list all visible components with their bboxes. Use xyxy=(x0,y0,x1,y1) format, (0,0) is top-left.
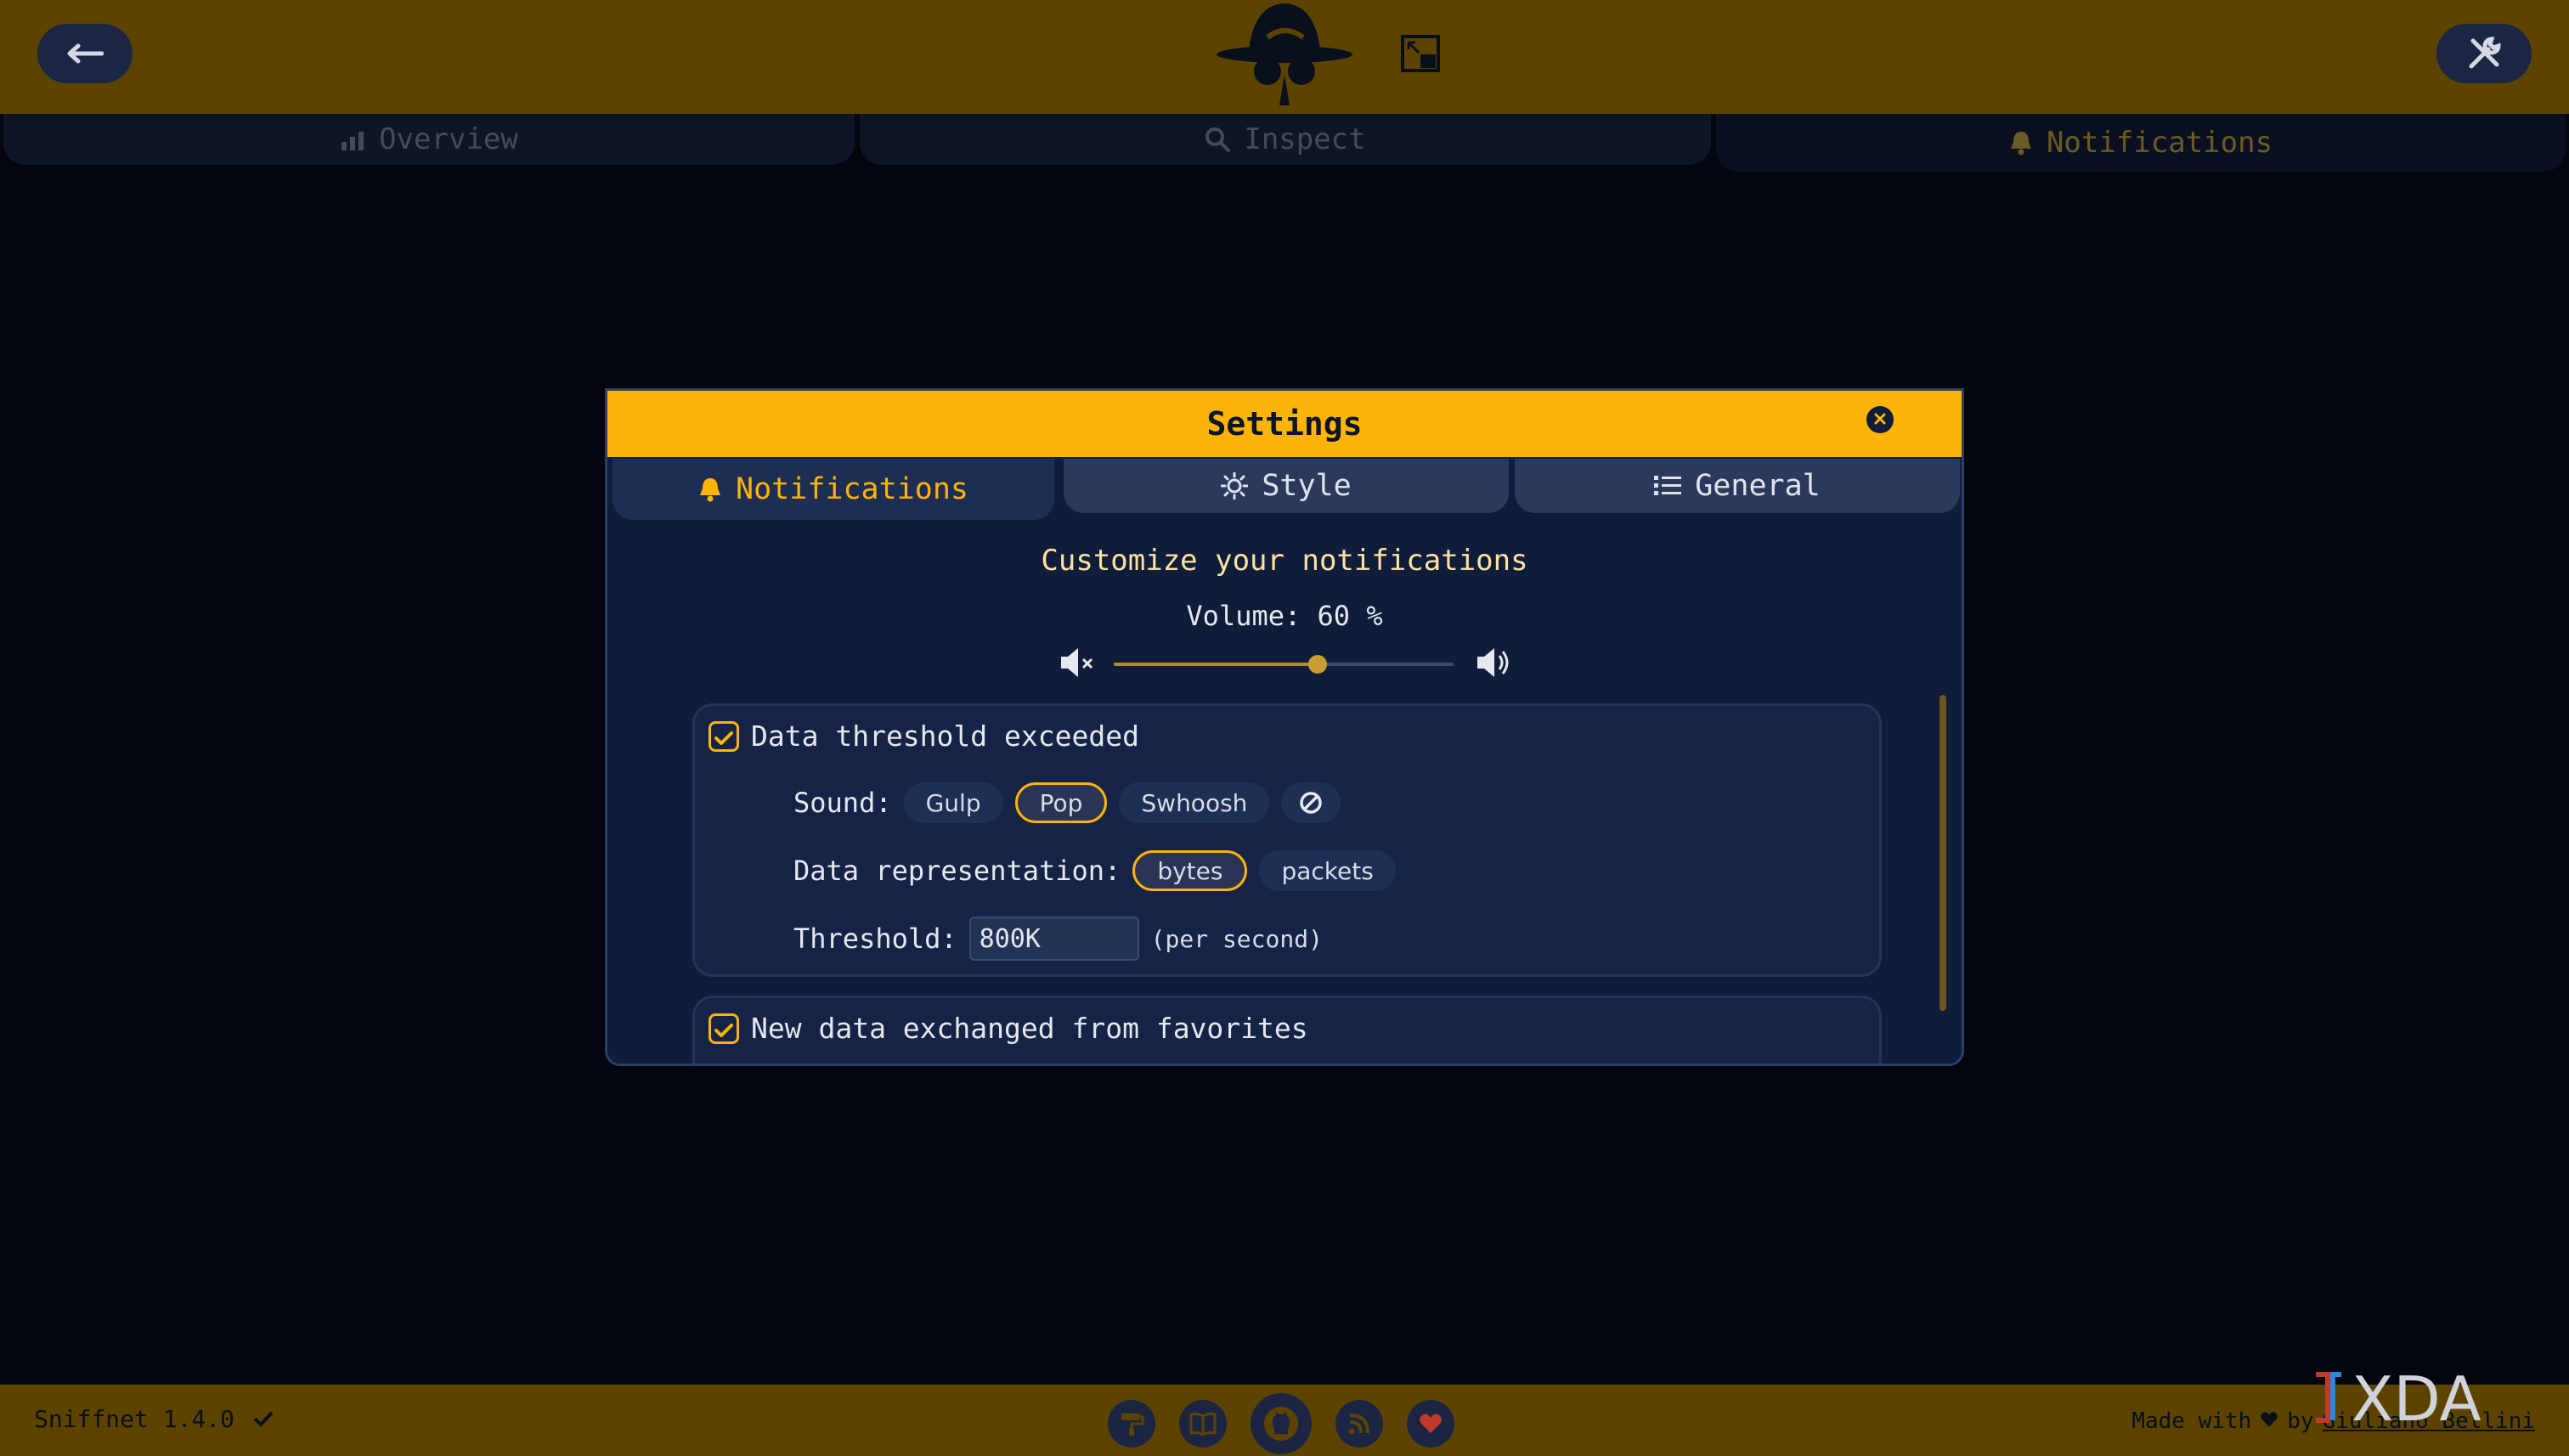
made-with-label: Made with xyxy=(2131,1408,2252,1434)
modal-title: Settings xyxy=(1206,405,1363,443)
app-footer: Sniffnet 1.4.0 Made with by Giuliano Bel… xyxy=(0,1385,2569,1456)
wrench-screwdriver-icon xyxy=(2466,36,2502,71)
threshold-row: Threshold: 800K (per second) xyxy=(793,917,1323,961)
no-sound-icon xyxy=(1298,790,1324,815)
tab-label: Inspect xyxy=(1244,122,1366,156)
tab-inspect[interactable]: Inspect xyxy=(860,114,1711,165)
card-title: Data threshold exceeded xyxy=(751,720,1139,753)
volume-slider-thumb[interactable] xyxy=(1308,655,1327,674)
picture-in-picture-icon[interactable] xyxy=(1400,34,1441,76)
list-icon xyxy=(1654,474,1682,498)
checkbox-data-threshold[interactable] xyxy=(709,720,739,753)
data-representation-row: Data representation: bytes packets xyxy=(793,850,1396,891)
close-icon xyxy=(1874,412,1886,428)
app-header xyxy=(0,0,2569,114)
card-header[interactable]: New data exchanged from favorites xyxy=(709,1012,1308,1045)
bell-icon xyxy=(2009,130,2033,155)
checkbox-favorites[interactable] xyxy=(709,1013,739,1044)
settings-tab-style[interactable]: Style xyxy=(1064,459,1509,513)
watermark-text: XDA xyxy=(2352,1363,2481,1435)
sound-label: Sound: xyxy=(793,787,892,819)
repr-option-bytes[interactable]: bytes xyxy=(1132,850,1248,891)
settings-tab-general[interactable]: General xyxy=(1515,459,1960,513)
volume-slider[interactable] xyxy=(1114,655,1454,674)
arrow-left-icon xyxy=(66,43,104,64)
book-icon[interactable] xyxy=(1179,1400,1227,1448)
sound-option-none[interactable] xyxy=(1281,782,1341,823)
volume-label: Volume: 60 % xyxy=(1186,600,1383,632)
repr-option-packets[interactable]: packets xyxy=(1259,850,1396,891)
github-icon[interactable] xyxy=(1251,1393,1312,1454)
card-title: New data exchanged from favorites xyxy=(751,1012,1308,1045)
footer-links xyxy=(1108,1393,1454,1454)
checkmark-icon xyxy=(714,1012,733,1045)
tab-notifications[interactable]: Notifications xyxy=(1716,114,2566,172)
sound-option-gulp[interactable]: Gulp xyxy=(903,782,1003,823)
spy-hat-logo-icon xyxy=(1215,0,1354,112)
back-button[interactable] xyxy=(37,24,133,83)
section-subtitle: Customize your notifications xyxy=(1041,544,1528,578)
tab-label: Overview xyxy=(379,122,518,156)
check-icon xyxy=(253,1405,274,1433)
checkmark-icon xyxy=(714,720,733,753)
volume-up-icon[interactable] xyxy=(1474,644,1511,685)
close-button[interactable] xyxy=(1866,406,1894,433)
volume-mute-icon[interactable] xyxy=(1058,644,1095,685)
chart-icon xyxy=(340,127,365,152)
modal-title-bar: Settings xyxy=(607,391,1962,457)
threshold-label: Threshold: xyxy=(793,923,957,955)
tab-overview[interactable]: Overview xyxy=(3,114,855,165)
tab-label: General xyxy=(1695,469,1821,503)
version-info: Sniffnet 1.4.0 xyxy=(34,1405,274,1433)
magnifier-icon xyxy=(1205,127,1231,152)
threshold-unit: (per second) xyxy=(1150,924,1323,953)
sound-option-swhoosh[interactable]: Swhoosh xyxy=(1119,782,1270,823)
tab-label: Notifications xyxy=(736,472,968,506)
settings-button[interactable] xyxy=(2436,24,2532,83)
version-label: Sniffnet 1.4.0 xyxy=(34,1405,235,1433)
notification-card-favorites: New data exchanged from favorites xyxy=(692,996,1882,1064)
settings-tab-notifications[interactable]: Notifications xyxy=(613,459,1054,520)
sound-row: Sound: Gulp Pop Swhoosh xyxy=(793,782,1341,823)
sun-icon xyxy=(1221,472,1249,499)
tab-label: Style xyxy=(1262,469,1352,503)
settings-modal: Settings Notifications Style General Cus… xyxy=(605,388,1964,1066)
xda-watermark: XDA xyxy=(2309,1359,2555,1439)
card-header[interactable]: Data threshold exceeded xyxy=(709,720,1139,753)
heart-icon[interactable] xyxy=(1407,1400,1454,1448)
heart-icon xyxy=(2260,1408,2278,1434)
modal-scrollbar[interactable] xyxy=(1939,695,1946,1011)
bell-icon xyxy=(698,477,722,502)
rss-icon[interactable] xyxy=(1335,1400,1383,1448)
tab-label: Notifications xyxy=(2046,126,2273,160)
data-representation-label: Data representation: xyxy=(793,855,1121,887)
volume-slider-fill xyxy=(1114,663,1318,666)
paint-roller-icon[interactable] xyxy=(1108,1400,1155,1448)
threshold-input[interactable]: 800K xyxy=(968,917,1139,961)
sound-option-pop[interactable]: Pop xyxy=(1014,782,1108,823)
notification-card-data-threshold: Data threshold exceeded Sound: Gulp Pop … xyxy=(692,703,1882,977)
